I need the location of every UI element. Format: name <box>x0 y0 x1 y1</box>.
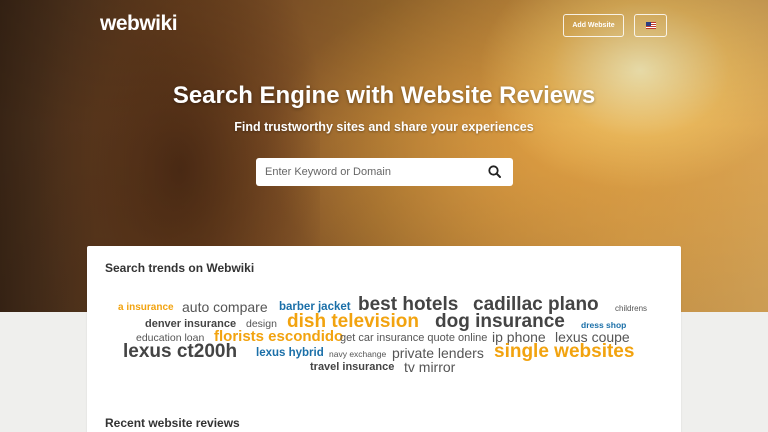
add-website-button[interactable]: Add Website <box>563 14 624 37</box>
trend-tag[interactable]: navy exchange <box>329 350 386 359</box>
search-input[interactable] <box>256 158 481 186</box>
language-selector-button[interactable] <box>634 14 667 37</box>
trend-tag[interactable]: private lenders <box>392 346 484 360</box>
recent-reviews-title: Recent website reviews <box>105 416 240 430</box>
us-flag-icon <box>645 22 656 29</box>
trend-tag[interactable]: auto compare <box>182 300 268 314</box>
search-trends-title: Search trends on Webwiki <box>105 261 255 275</box>
trend-tag[interactable]: lexus ct200h <box>123 342 237 361</box>
search-button[interactable] <box>486 163 504 181</box>
trend-tag[interactable]: single websites <box>494 342 634 361</box>
trend-tag[interactable]: tv mirror <box>404 360 455 374</box>
hero-subtitle: Find trustworthy sites and share your ex… <box>234 120 534 134</box>
hero-title: Search Engine with Website Reviews <box>172 82 596 109</box>
trend-tag[interactable]: childrens <box>615 305 647 313</box>
search-box <box>256 158 513 186</box>
search-icon <box>488 165 501 178</box>
trend-tag[interactable]: get car insurance quote online <box>340 333 487 344</box>
trend-tag[interactable]: travel insurance <box>310 362 394 373</box>
trend-tag[interactable]: a insurance <box>118 303 174 313</box>
search-trends-card: Search trends on Webwiki a insurance aut… <box>87 246 681 432</box>
trend-tag[interactable]: lexus hybrid <box>256 347 324 360</box>
webwiki-logo[interactable]: webwiki <box>100 12 178 36</box>
